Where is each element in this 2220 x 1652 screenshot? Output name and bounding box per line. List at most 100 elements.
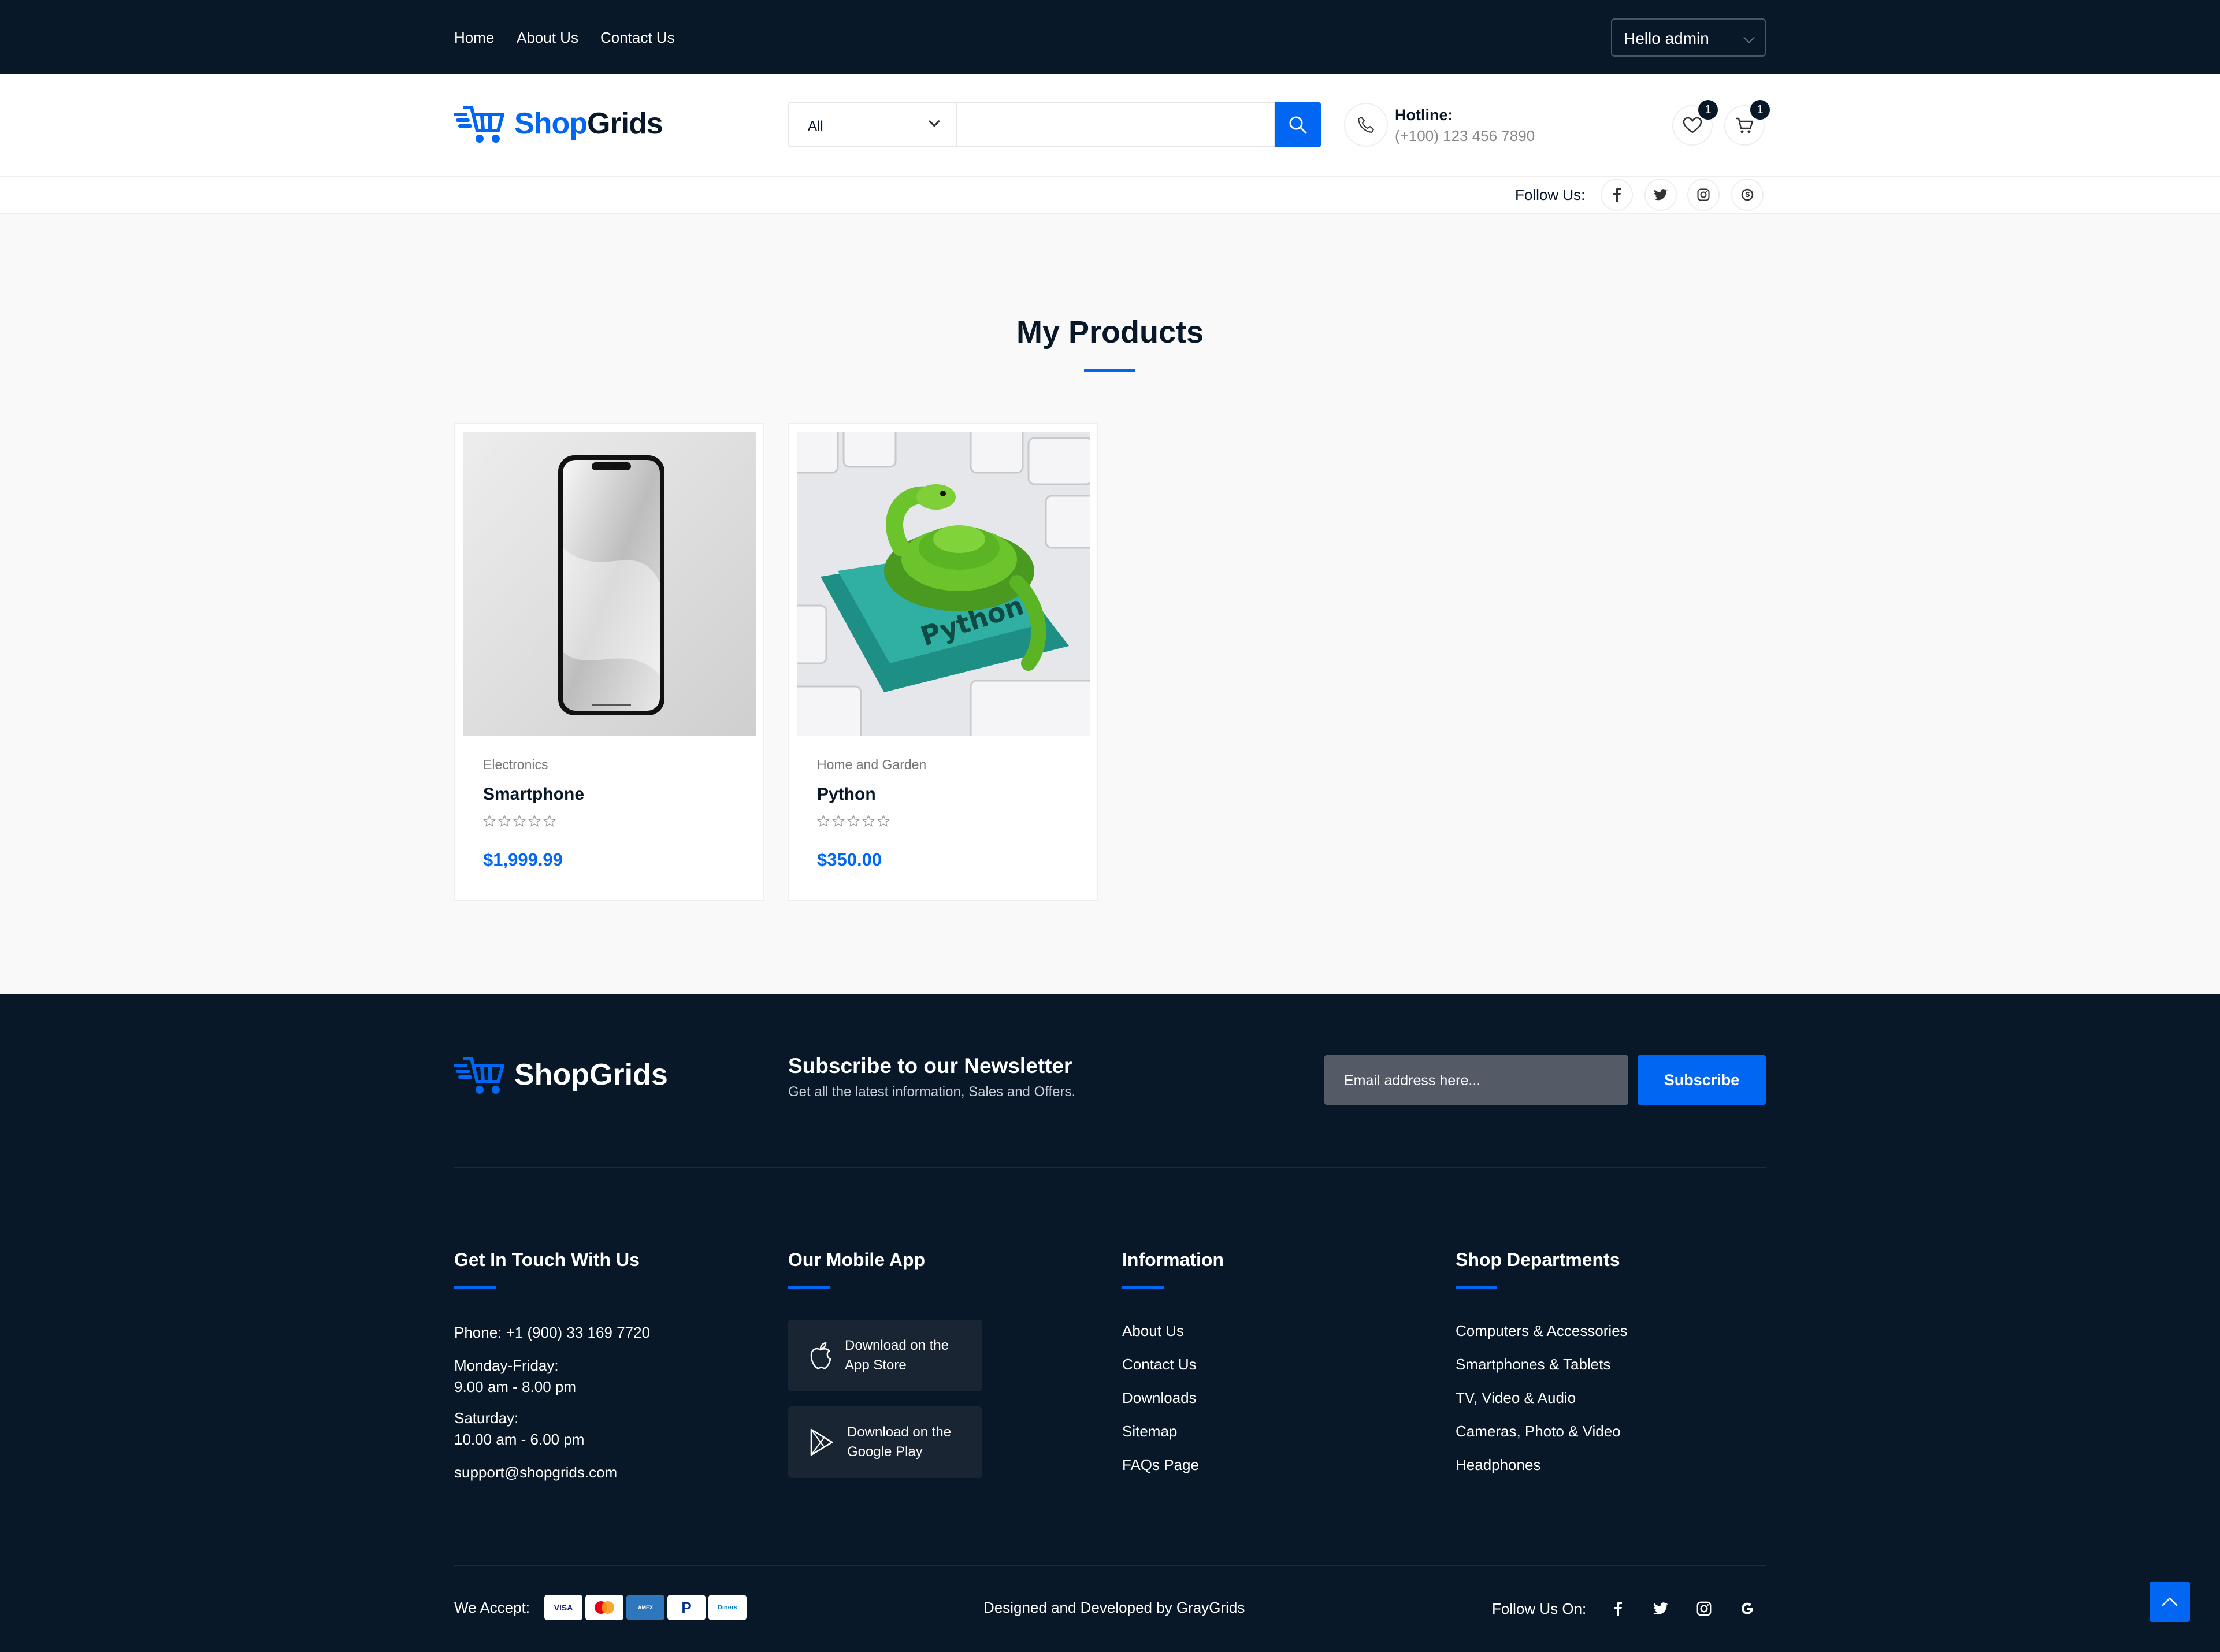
star-empty-icon bbox=[498, 815, 511, 827]
visa-icon: VISA bbox=[544, 1595, 582, 1620]
mastercard-icon bbox=[585, 1595, 623, 1620]
wishlist-count-badge: 1 bbox=[1698, 100, 1718, 120]
scroll-to-top-button[interactable] bbox=[2150, 1582, 2190, 1622]
cart-count-badge: 1 bbox=[1750, 100, 1770, 120]
amex-icon: AMEX bbox=[626, 1595, 664, 1620]
footer-facebook-link[interactable] bbox=[1606, 1597, 1629, 1620]
instagram-link[interactable] bbox=[1687, 179, 1720, 211]
footer-credit: Designed and Developed by GrayGrids bbox=[983, 1599, 1245, 1616]
header-logo[interactable]: ShopGrids bbox=[454, 102, 663, 146]
apple-icon bbox=[810, 1342, 831, 1369]
product-category: Home and Garden bbox=[817, 757, 927, 772]
star-empty-icon bbox=[862, 815, 875, 827]
search-button[interactable] bbox=[1275, 102, 1321, 147]
newsletter-title: Subscribe to our Newsletter bbox=[788, 1054, 1072, 1078]
info-link-about[interactable]: About Us bbox=[1122, 1322, 1184, 1340]
nav-about-link[interactable]: About Us bbox=[517, 29, 578, 47]
search-category-value: All bbox=[808, 118, 823, 134]
nav-home-link[interactable]: Home bbox=[454, 29, 494, 47]
product-card[interactable]: Python Home and Garden Python $350.00 bbox=[788, 423, 1098, 901]
cart-icon bbox=[1736, 117, 1754, 133]
follow-us-on-label: Follow Us On: bbox=[1492, 1600, 1587, 1617]
dept-link-tv[interactable]: TV, Video & Audio bbox=[1456, 1389, 1576, 1407]
heart-icon bbox=[1683, 117, 1702, 133]
footer-logo-text: ShopGrids bbox=[514, 1058, 668, 1092]
skype-link[interactable] bbox=[1731, 179, 1764, 211]
cart-logo-icon bbox=[454, 1057, 504, 1094]
search-bar: All bbox=[788, 102, 1321, 147]
star-empty-icon bbox=[877, 815, 890, 827]
twitter-link[interactable] bbox=[1644, 179, 1677, 211]
footer-google-link[interactable] bbox=[1736, 1597, 1759, 1620]
google-icon bbox=[1742, 1602, 1753, 1614]
google-play-line1: Download on the bbox=[847, 1424, 952, 1440]
logo-text-grids: Grids bbox=[586, 107, 663, 140]
info-link-sitemap[interactable]: Sitemap bbox=[1122, 1423, 1177, 1441]
star-empty-icon bbox=[817, 815, 830, 827]
saturday-hours: 10.00 am - 6.00 pm bbox=[454, 1431, 585, 1448]
user-menu-select[interactable]: Hello admin bbox=[1611, 18, 1766, 57]
heading-underline bbox=[788, 1286, 830, 1289]
dept-link-smartphones[interactable]: Smartphones & Tablets bbox=[1456, 1356, 1610, 1373]
product-category: Electronics bbox=[483, 757, 548, 772]
instagram-icon bbox=[1696, 1601, 1712, 1616]
heading-underline bbox=[1122, 1286, 1164, 1289]
contact-heading: Get In Touch With Us bbox=[454, 1249, 640, 1270]
footer-divider bbox=[454, 1167, 1766, 1168]
subscribe-button[interactable]: Subscribe bbox=[1638, 1055, 1766, 1105]
newsletter-subtitle: Get all the latest information, Sales an… bbox=[788, 1084, 1076, 1100]
title-underline bbox=[1084, 369, 1135, 372]
footer-twitter-link[interactable] bbox=[1649, 1597, 1672, 1620]
smartphone-image[interactable] bbox=[463, 432, 756, 736]
hotline-label: Hotline: bbox=[1395, 106, 1453, 124]
dept-link-headphones[interactable]: Headphones bbox=[1456, 1456, 1540, 1474]
product-name[interactable]: Smartphone bbox=[483, 785, 584, 804]
top-bar: Home About Us Contact Us Hello admin bbox=[0, 0, 2220, 74]
paypal-icon: P bbox=[667, 1595, 706, 1620]
footer-instagram-link[interactable] bbox=[1692, 1597, 1716, 1620]
product-card[interactable]: Electronics Smartphone $1,999.99 bbox=[454, 423, 764, 901]
facebook-link[interactable] bbox=[1601, 179, 1633, 211]
search-input[interactable] bbox=[956, 102, 1275, 147]
chevron-down-icon bbox=[1743, 32, 1755, 43]
facebook-icon bbox=[1613, 188, 1621, 202]
cart-logo-icon bbox=[454, 106, 504, 143]
python-image[interactable]: Python bbox=[797, 432, 1090, 736]
dept-link-cameras[interactable]: Cameras, Photo & Video bbox=[1456, 1423, 1621, 1441]
newsletter-email-input[interactable]: Email address here... bbox=[1324, 1055, 1628, 1105]
app-store-button[interactable]: Download on the App Store bbox=[788, 1320, 982, 1391]
header-follow-bar bbox=[0, 177, 2220, 214]
saturday-label: Saturday: bbox=[454, 1409, 519, 1427]
follow-us-label: Follow Us: bbox=[1515, 186, 1586, 203]
dept-link-computers[interactable]: Computers & Accessories bbox=[1456, 1322, 1628, 1340]
footer-divider bbox=[454, 1565, 1766, 1566]
star-empty-icon bbox=[847, 815, 860, 827]
heading-underline bbox=[454, 1286, 496, 1289]
diners-club-icon: Diners bbox=[708, 1595, 747, 1620]
we-accept-label: We Accept: bbox=[454, 1599, 530, 1616]
google-play-button[interactable]: Download on the Google Play bbox=[788, 1406, 982, 1478]
user-menu-label: Hello admin bbox=[1624, 29, 1709, 47]
departments-heading: Shop Departments bbox=[1456, 1249, 1620, 1270]
skype-icon bbox=[1741, 188, 1754, 201]
hotline-phone bbox=[1344, 103, 1388, 147]
phone-icon bbox=[1358, 117, 1374, 133]
product-price: $350.00 bbox=[817, 849, 882, 870]
star-rating bbox=[817, 815, 890, 827]
google-play-line2: Google Play bbox=[847, 1444, 923, 1460]
search-category-select[interactable]: All bbox=[788, 102, 956, 147]
info-link-contact[interactable]: Contact Us bbox=[1122, 1356, 1197, 1373]
info-link-downloads[interactable]: Downloads bbox=[1122, 1389, 1197, 1407]
nav-contact-link[interactable]: Contact Us bbox=[600, 29, 675, 47]
star-empty-icon bbox=[543, 815, 556, 827]
star-empty-icon bbox=[513, 815, 526, 827]
twitter-icon bbox=[1653, 1602, 1668, 1615]
app-heading: Our Mobile App bbox=[788, 1249, 926, 1270]
contact-email[interactable]: support@shopgrids.com bbox=[454, 1462, 617, 1483]
product-name[interactable]: Python bbox=[817, 785, 876, 804]
footer-logo[interactable]: ShopGrids bbox=[454, 1053, 668, 1097]
info-link-faqs[interactable]: FAQs Page bbox=[1122, 1456, 1199, 1474]
heading-underline bbox=[1456, 1286, 1497, 1289]
twitter-icon bbox=[1654, 189, 1668, 201]
section-title: My Products bbox=[1016, 315, 1204, 350]
